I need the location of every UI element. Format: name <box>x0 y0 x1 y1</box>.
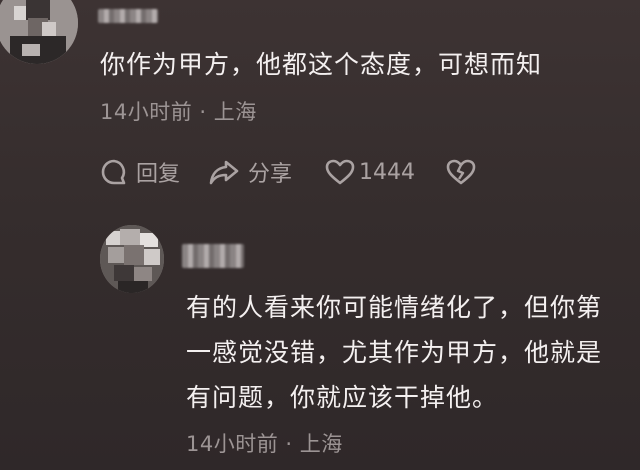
username-blurred[interactable] <box>182 244 244 268</box>
share-button[interactable]: 分享 <box>208 155 292 189</box>
like-button[interactable]: 1444 <box>325 155 415 189</box>
reply-button[interactable]: 回复 <box>100 155 180 189</box>
comment-meta: 14小时前 · 上海 <box>100 100 257 124</box>
reply-label: 回复 <box>136 162 181 187</box>
comment-bubble-icon <box>100 158 128 186</box>
reply-line-1: 有的人看来你可能情绪化了，但你第 <box>186 293 603 322</box>
share-label: 分享 <box>248 162 293 187</box>
reply-meta: 14小时前 · 上海 <box>186 432 343 456</box>
like-count: 1444 <box>359 159 415 185</box>
heart-outline-icon <box>325 158 355 186</box>
broken-heart-icon <box>446 158 476 186</box>
reply-line-2: 一感觉没错，尤其作为甲方，他就是 <box>186 338 603 367</box>
share-arrow-icon <box>208 158 240 186</box>
avatar[interactable] <box>100 225 164 293</box>
avatar[interactable] <box>0 0 78 64</box>
comment-text: 你作为甲方，他都这个态度，可想而知 <box>100 50 543 79</box>
reply-line-3: 有问题，你就应该干掉他。 <box>186 383 499 412</box>
dislike-button[interactable] <box>446 155 476 189</box>
username-blurred[interactable] <box>98 9 158 23</box>
